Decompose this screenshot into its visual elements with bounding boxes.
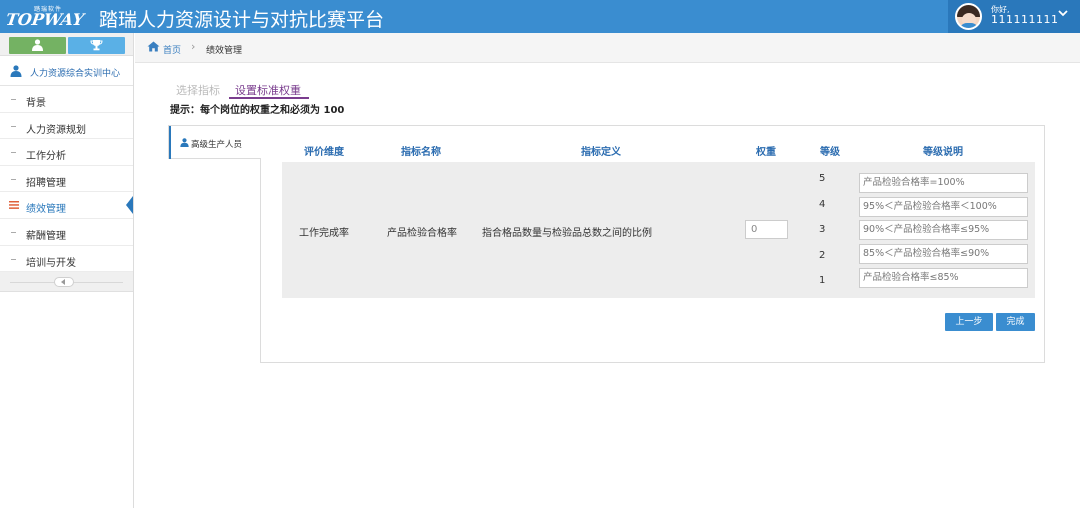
- app-header: 踏瑞软件 TOPWAY 踏瑞人力资源设计与对抗比赛平台 你好, 11111111…: [0, 0, 1080, 33]
- weight-input[interactable]: 0: [745, 220, 788, 239]
- app-title: 踏瑞人力资源设计与对抗比赛平台: [99, 9, 385, 31]
- sidebar-section-header[interactable]: 人力资源综合实训中心: [0, 56, 133, 86]
- list-icon: [9, 201, 19, 210]
- home-icon[interactable]: [147, 41, 160, 52]
- breadcrumb-home-link[interactable]: 首页: [163, 43, 181, 56]
- cell-dimension: 工作完成率: [299, 228, 349, 239]
- topway-logo: 踏瑞软件 TOPWAY: [4, 6, 86, 29]
- chevron-right-icon: ›: [191, 40, 196, 53]
- person-icon: [10, 65, 22, 77]
- level-desc-input[interactable]: 90%＜产品检验合格率≤95%: [859, 220, 1028, 240]
- level-desc-input[interactable]: 85%＜产品检验合格率≤90%: [859, 244, 1028, 264]
- position-tab-label: 高级生产人员: [191, 140, 243, 150]
- previous-button[interactable]: 上一步: [945, 313, 993, 331]
- level-desc-input[interactable]: 95%＜产品检验合格率＜100%: [859, 197, 1028, 217]
- level-number: 2: [819, 250, 826, 261]
- header-weight: 权重: [756, 147, 776, 158]
- breadcrumb: 首页 › 绩效管理: [135, 33, 1080, 63]
- user-menu[interactable]: 你好, 111111111: [948, 0, 1080, 33]
- header-level-desc: 等级说明: [923, 147, 963, 158]
- level-desc-input[interactable]: 产品检验合格率≤85%: [859, 268, 1028, 288]
- sidebar-collapse-bar: [0, 272, 133, 293]
- sidebar-item-background[interactable]: 背景: [0, 86, 133, 113]
- chevron-down-icon[interactable]: [1056, 6, 1070, 20]
- sidebar-item-job-analysis[interactable]: 工作分析: [0, 139, 133, 166]
- header-indicator-name: 指标名称: [401, 147, 441, 158]
- avatar: [955, 3, 982, 30]
- hint-text: 提示：每个岗位的权重之和必须为 100: [170, 105, 345, 116]
- breadcrumb-current: 绩效管理: [206, 46, 243, 56]
- step-set-weights[interactable]: 设置标准权重: [235, 82, 301, 98]
- user-icon: [180, 138, 189, 147]
- level-number: 1: [819, 275, 826, 286]
- trophy-icon: [90, 40, 103, 51]
- user-icon: [32, 39, 43, 51]
- sidebar-collapse-button[interactable]: [54, 277, 74, 288]
- sidebar-item-compensation[interactable]: 薪酬管理: [0, 219, 133, 246]
- username: 111111111: [991, 13, 1059, 26]
- sidebar-section-title: 人力资源综合实训中心: [30, 69, 121, 79]
- level-number: 4: [819, 199, 826, 210]
- level-desc-input[interactable]: 产品检验合格率=100%: [859, 173, 1028, 193]
- cell-definition: 指合格品数量与检验品总数之间的比例: [482, 228, 652, 239]
- level-number: 3: [819, 224, 826, 235]
- sidebar-item-training[interactable]: 培训与开发: [0, 246, 133, 273]
- sidebar-item-performance[interactable]: 绩效管理: [0, 192, 133, 219]
- active-indicator: [126, 196, 133, 215]
- sidebar-tab-user[interactable]: [9, 37, 66, 54]
- sidebar-tabs: [0, 33, 133, 56]
- level-number: 5: [819, 173, 826, 184]
- sidebar-item-hr-planning[interactable]: 人力资源规划: [0, 113, 133, 140]
- active-step-underline: [229, 97, 309, 99]
- finish-button[interactable]: 完成: [996, 313, 1035, 331]
- header-level: 等级: [820, 147, 840, 158]
- header-definition: 指标定义: [581, 147, 621, 158]
- position-tab[interactable]: 高级生产人员: [168, 125, 261, 159]
- sidebar-item-recruitment[interactable]: 招聘管理: [0, 166, 133, 193]
- sidebar: 人力资源综合实训中心 背景 人力资源规划 工作分析 招聘管理 绩效管理 薪酬管理…: [0, 33, 134, 508]
- cell-indicator-name: 产品检验合格率: [387, 228, 457, 239]
- step-select-indicators[interactable]: 选择指标: [176, 82, 220, 98]
- chevron-left-icon: [61, 279, 65, 286]
- sidebar-tab-trophy[interactable]: [68, 37, 125, 54]
- header-dimension: 评价维度: [304, 147, 344, 158]
